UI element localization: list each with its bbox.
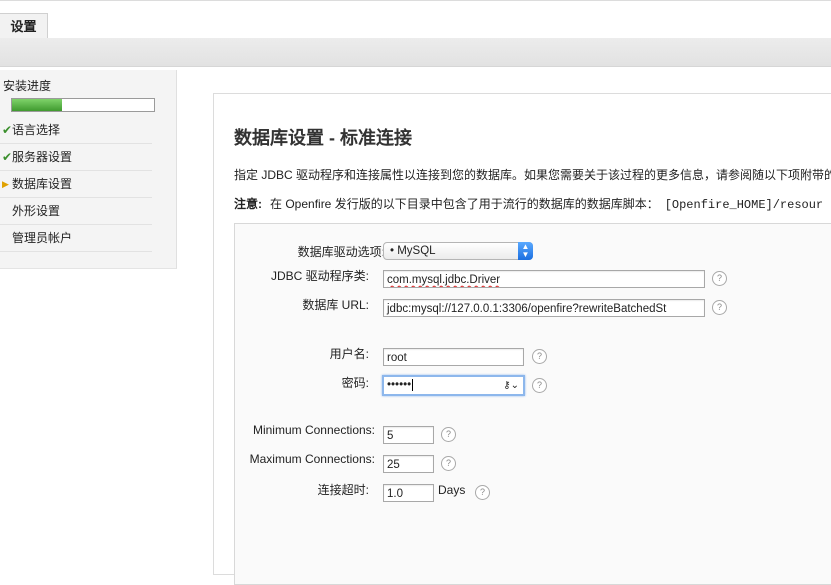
connection-timeout-label: 连接超时: [317, 483, 369, 497]
help-icon[interactable]: ? [712, 271, 727, 286]
help-icon[interactable]: ? [532, 349, 547, 364]
username-label: 用户名: [329, 347, 369, 361]
jdbc-driver-label: JDBC 驱动程序类: [270, 269, 369, 283]
connection-timeout-input[interactable]: 1.0 [383, 484, 434, 502]
top-nav-bar: 设置 [0, 0, 831, 41]
db-url-input[interactable]: jdbc:mysql://127.0.0.1:3306/openfire?rew… [383, 299, 705, 317]
driver-label: 数据库驱动选项: [297, 245, 385, 259]
note-label: 注意: [234, 197, 262, 211]
note-body: 在 Openfire 发行版的以下目录中包含了用于流行的数据库的数据库脚本： [270, 197, 659, 211]
step-label: 语言选择 [12, 123, 61, 137]
jdbc-driver-input[interactable]: com.mysql.jdbc.Driver [383, 270, 705, 288]
max-connections-label: Maximum Connections: [249, 452, 375, 466]
max-connections-input[interactable]: 25 [383, 455, 434, 473]
help-icon[interactable]: ? [441, 456, 456, 471]
password-label: 密码: [341, 376, 369, 390]
step-item-appearance[interactable]: 外形设置 [0, 198, 152, 225]
check-icon: ✔ [2, 150, 13, 164]
step-label: 管理员帐户 [12, 231, 73, 245]
note-code-path: [Openfire_HOME]/resour [664, 198, 824, 212]
text-caret [412, 378, 414, 391]
step-item-language[interactable]: ✔ 语言选择 [0, 117, 152, 144]
min-connections-label: Minimum Connections: [252, 423, 375, 437]
db-settings-form: 数据库驱动选项: • MySQL ▲ ▼ JDBC 驱动程序类: com.mysq… [234, 223, 831, 585]
step-label: 外形设置 [12, 204, 61, 218]
driver-select[interactable]: • MySQL ▲ ▼ [383, 242, 533, 260]
timeout-unit-label: Days [438, 483, 466, 497]
subnav-bar [0, 38, 831, 67]
help-icon[interactable]: ? [712, 300, 727, 315]
key-icon[interactable]: ⚷⌄ [503, 377, 519, 394]
tab-settings[interactable]: 设置 [0, 13, 48, 40]
setup-sidebar: 安装进度 ✔ 语言选择 ✔ 服务器设置 ▶ 数据库设置 外形设置 管理员帐户 [0, 70, 177, 269]
sidebar-title: 安装进度 [3, 79, 52, 93]
step-item-server[interactable]: ✔ 服务器设置 [0, 144, 152, 171]
current-step-arrow-icon: ▶ [2, 179, 9, 189]
step-label: 服务器设置 [12, 150, 73, 164]
check-icon: ✔ [2, 123, 13, 137]
setup-progress-fill [12, 99, 62, 111]
step-item-admin-account[interactable]: 管理员帐户 [0, 225, 152, 252]
password-value: •••••• [387, 379, 412, 391]
password-input[interactable]: •••••• ⚷⌄ [382, 375, 525, 396]
help-icon[interactable]: ? [441, 427, 456, 442]
step-item-database[interactable]: ▶ 数据库设置 [0, 171, 152, 198]
driver-select-value: • MySQL [390, 245, 436, 257]
select-arrows-icon: ▲ ▼ [518, 242, 533, 260]
username-input[interactable]: root [383, 348, 524, 366]
page-title: 数据库设置 - 标准连接 [234, 128, 412, 148]
help-icon[interactable]: ? [532, 378, 547, 393]
min-connections-input[interactable]: 5 [383, 426, 434, 444]
note-text: 注意: 在 Openfire 发行版的以下目录中包含了用于流行的数据库的数据库脚本… [234, 195, 823, 212]
intro-text: 指定 JDBC 驱动程序和连接属性以连接到您的数据库。如果您需要关于该过程的更多… [234, 168, 831, 182]
help-icon[interactable]: ? [475, 485, 490, 500]
step-label: 数据库设置 [12, 177, 73, 191]
setup-steps-list: ✔ 语言选择 ✔ 服务器设置 ▶ 数据库设置 外形设置 管理员帐户 [0, 117, 152, 252]
db-url-label: 数据库 URL: [302, 298, 369, 312]
main-panel: 数据库设置 - 标准连接 指定 JDBC 驱动程序和连接属性以连接到您的数据库。… [213, 93, 831, 585]
setup-progress-bar [11, 98, 155, 112]
